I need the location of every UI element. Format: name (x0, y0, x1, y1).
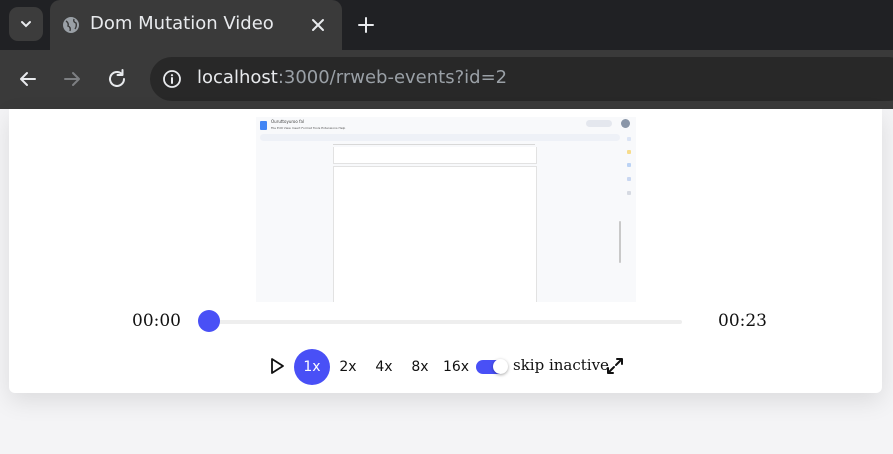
site-info-icon[interactable] (162, 69, 182, 89)
progress-bar[interactable] (208, 320, 682, 324)
doc-toolbar (260, 134, 620, 141)
address-bar[interactable]: localhost:3000/rrweb-events?id=2 (150, 57, 893, 101)
doc-header: Ouruttoyuroo fal File Edit View Insert F… (256, 117, 636, 147)
page-content: Ouruttoyuroo fal File Edit View Insert F… (0, 109, 893, 454)
doc-page (333, 166, 537, 302)
speed-button-4x[interactable]: 4x (366, 349, 402, 385)
contacts-side-icon (627, 177, 631, 181)
new-tab-plus-icon[interactable] (354, 13, 378, 37)
url-host: localhost (197, 67, 278, 88)
docs-logo-icon (260, 121, 267, 130)
doc-title: Ouruttoyuroo fal (271, 119, 305, 124)
total-time: 00:23 (718, 311, 767, 331)
tasks-side-icon (627, 163, 631, 167)
speed-button-8x[interactable]: 8x (402, 349, 438, 385)
speed-button-1x[interactable]: 1x (294, 349, 330, 385)
skip-inactive-toggle[interactable] (476, 359, 508, 374)
fullscreen-icon[interactable] (605, 356, 625, 376)
back-arrow-icon[interactable] (16, 67, 40, 91)
calendar-side-icon (627, 137, 631, 141)
doc-menu-bar: File Edit View Insert Format Tools Exten… (271, 126, 346, 130)
close-icon[interactable] (308, 15, 328, 35)
forward-arrow-icon[interactable] (60, 67, 84, 91)
browser-toolbar: localhost:3000/rrweb-events?id=2 (0, 50, 893, 109)
replay-player-card: Ouruttoyuroo fal File Edit View Insert F… (9, 109, 882, 393)
progress-handle[interactable] (198, 310, 220, 332)
keep-side-icon (627, 150, 631, 154)
globe-icon (63, 17, 79, 33)
avatar (621, 119, 630, 128)
doc-ruler (333, 144, 535, 145)
url-text: localhost:3000/rrweb-events?id=2 (197, 67, 507, 88)
skip-inactive-label: skip inactive (513, 356, 609, 374)
url-path: :3000/rrweb-events?id=2 (277, 67, 508, 88)
speed-button-16x[interactable]: 16x (438, 349, 474, 385)
speed-button-2x[interactable]: 2x (330, 349, 366, 385)
current-time: 00:00 (132, 311, 181, 331)
browser-tab-strip: Dom Mutation Video (0, 0, 893, 50)
chevron-down-icon (21, 21, 31, 28)
browser-tab[interactable]: Dom Mutation Video (50, 0, 342, 50)
tab-title: Dom Mutation Video (90, 13, 274, 34)
reload-icon[interactable] (105, 67, 129, 91)
tab-search-button[interactable] (9, 7, 43, 41)
doc-page (333, 147, 537, 164)
doc-scrollbar (619, 221, 621, 263)
plus-side-icon (627, 191, 631, 195)
play-icon[interactable] (266, 355, 288, 377)
doc-share-button (586, 120, 612, 127)
replay-frame: Ouruttoyuroo fal File Edit View Insert F… (256, 117, 636, 302)
toggle-knob (493, 359, 508, 374)
